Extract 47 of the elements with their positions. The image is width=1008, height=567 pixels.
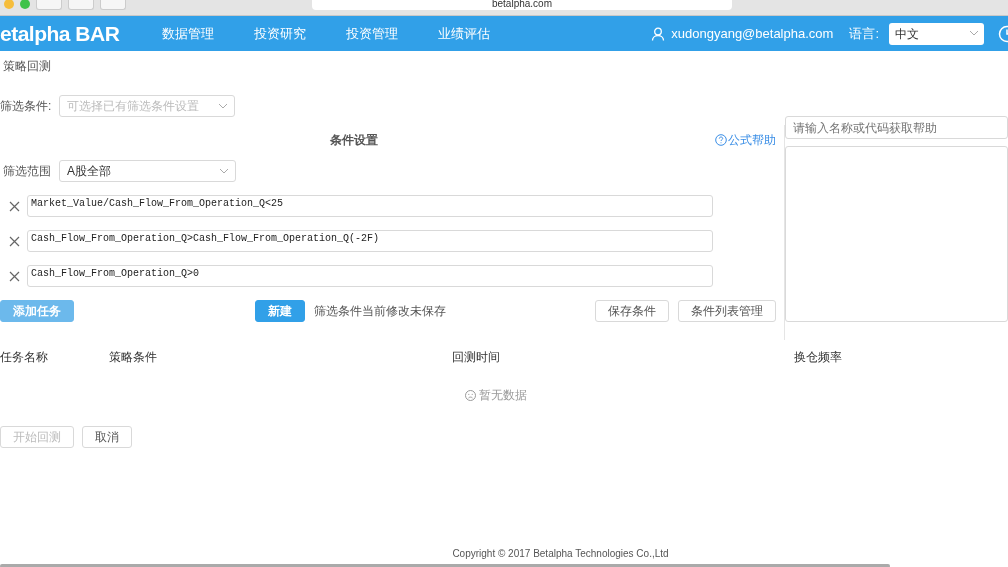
help-icon	[714, 134, 727, 146]
scrollbar[interactable]	[0, 564, 890, 567]
empty-message: 暂无数据	[478, 387, 527, 404]
sad-face-icon	[464, 389, 476, 401]
help-search-field[interactable]: 请输入名称或代码获取帮助	[784, 116, 1008, 139]
sidebar-button[interactable]	[100, 0, 126, 10]
back-button[interactable]	[36, 0, 62, 10]
minimize-light[interactable]	[4, 0, 14, 9]
condition-field[interactable]: Cash_Flow_From_Operation_Q>Cash_Flow_From_Operation_Q(-2F)	[27, 230, 713, 252]
close-icon[interactable]	[9, 270, 20, 282]
logo[interactable]: etalpha BAR	[0, 17, 162, 50]
zoom-light[interactable]	[20, 0, 30, 9]
unsaved-note: 筛选条件当前修改未保存	[314, 303, 446, 320]
nav-link[interactable]: 业绩评估	[438, 23, 530, 44]
caret-icon	[220, 168, 228, 174]
close-icon[interactable]	[9, 235, 20, 247]
column-header: 策略条件	[109, 350, 157, 364]
language-select[interactable]: 中文	[889, 22, 984, 45]
new-button[interactable]: 新建	[255, 300, 305, 322]
nav-link[interactable]: 投资研究	[254, 23, 346, 44]
nav-link[interactable]: 数据管理	[162, 23, 254, 44]
user-icon	[651, 26, 666, 41]
user-email[interactable]: xudongyang@betalpha.com	[671, 23, 834, 44]
forward-button[interactable]	[68, 0, 94, 10]
caret-icon	[219, 103, 228, 109]
breadcrumb: 策略回测	[3, 58, 52, 75]
preset-select[interactable]: 可选择已有筛选条件设置	[59, 95, 236, 117]
cancel-button[interactable]: 取消	[82, 426, 132, 448]
scope-label: 筛选范围	[3, 163, 51, 180]
section-title: 条件设置	[330, 132, 378, 149]
add-task-button[interactable]: 添加任务	[0, 300, 74, 322]
address-bar[interactable]: betalpha.com	[312, 0, 732, 10]
language-label: 语言:	[849, 24, 879, 43]
nav-link[interactable]: 投资管理	[346, 23, 438, 44]
save-conditions-button[interactable]: 保存条件	[594, 300, 669, 322]
condition-field[interactable]: Cash_Flow_From_Operation_Q>0	[27, 265, 713, 287]
copyright-text: Copyright © 2017 Betalpha Technologies Co.,Ltd	[451, 547, 670, 561]
condition-field[interactable]: Market_Value/Cash_Flow_From_Operation_Q<25	[27, 195, 713, 217]
caret-icon	[970, 31, 978, 36]
column-header: 换仓频率	[794, 350, 842, 364]
condition-list-button[interactable]: 条件列表管理	[677, 300, 776, 322]
formula-help-link[interactable]: 公式帮助	[714, 131, 776, 149]
scope-select[interactable]: A股全部	[59, 160, 236, 182]
close-icon[interactable]	[9, 200, 20, 212]
column-header: 回测时间	[452, 350, 500, 364]
filter-label: 筛选条件:	[0, 98, 52, 115]
column-header: 任务名称	[0, 350, 48, 364]
